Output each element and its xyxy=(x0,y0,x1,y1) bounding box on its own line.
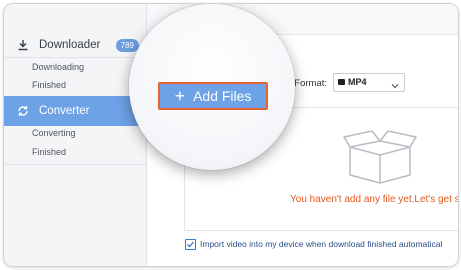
download-count-badge: 789 xyxy=(115,39,139,52)
add-files-label: Add Files xyxy=(193,88,252,104)
import-checkbox[interactable] xyxy=(185,239,196,250)
sidebar-item-downloading[interactable]: Downloading xyxy=(32,62,84,72)
add-files-button[interactable]: + Add Files xyxy=(158,82,268,110)
app-window: Downloader 789 Downloading Finished Conv… xyxy=(3,3,459,267)
download-icon xyxy=(16,38,30,52)
convert-icon xyxy=(16,104,30,118)
sidebar-item-label: Converter xyxy=(39,105,90,117)
divider xyxy=(4,164,146,165)
chevron-down-icon xyxy=(391,77,399,95)
sidebar-item-converter[interactable]: Converter xyxy=(4,96,146,126)
video-icon xyxy=(338,79,345,85)
plus-icon: + xyxy=(174,86,186,106)
sidebar-item-convert-finished[interactable]: Finished xyxy=(32,147,66,157)
empty-state-message: You haven't add any file yet.Let's get s xyxy=(290,194,459,205)
import-checkbox-label: Import video into my device when downloa… xyxy=(200,239,443,249)
sidebar-item-label: Downloader xyxy=(39,39,101,51)
sidebar-item-converting[interactable]: Converting xyxy=(32,128,76,138)
output-format-select[interactable]: MP4 xyxy=(333,73,405,92)
sidebar: Downloader 789 Downloading Finished Conv… xyxy=(4,4,147,266)
sidebar-item-downloader[interactable]: Downloader 789 xyxy=(4,30,146,60)
output-format-value: MP4 xyxy=(348,77,367,87)
divider xyxy=(4,57,146,58)
sidebar-item-download-finished[interactable]: Finished xyxy=(32,80,66,90)
empty-box-icon xyxy=(342,125,418,190)
